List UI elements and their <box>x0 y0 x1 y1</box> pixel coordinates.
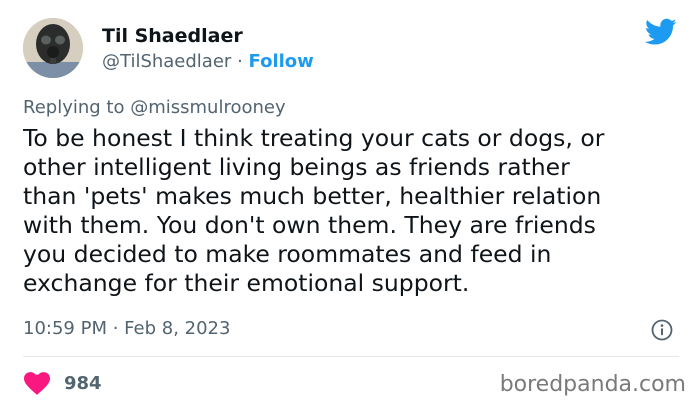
author-handle[interactable]: @TilShaedlaer <box>102 51 231 72</box>
tweet-line: other intelligent living beings as frien… <box>23 153 570 181</box>
twitter-bird-icon[interactable] <box>645 18 677 46</box>
divider <box>23 356 679 357</box>
handle-separator: · <box>237 51 243 72</box>
boredpanda-watermark: boredpanda.com <box>499 372 686 397</box>
reply-context: Replying to @missmulrooney <box>23 97 286 118</box>
author-display-name[interactable]: Til Shaedlaer <box>102 25 243 47</box>
reply-mention-link[interactable]: @missmulrooney <box>130 97 285 118</box>
author-handle-row: @TilShaedlaer · Follow <box>102 51 314 72</box>
follow-button[interactable]: Follow <box>249 51 314 72</box>
heart-icon <box>24 371 50 395</box>
tweet-line: than 'pets' makes much better, healthier… <box>23 182 602 210</box>
reply-prefix: Replying to <box>23 97 125 118</box>
tweet-text: To be honest I think treating your cats … <box>23 124 683 298</box>
avatar[interactable] <box>23 18 83 78</box>
tweet-line: exchange for their emotional support. <box>23 269 470 297</box>
tweet-timestamp[interactable]: 10:59 PM · Feb 8, 2023 <box>23 318 230 339</box>
tweet-line: To be honest I think treating your cats … <box>23 124 605 152</box>
gas-mask-avatar-image <box>23 18 83 78</box>
info-icon[interactable] <box>651 319 673 341</box>
tweet-line: you decided to make roommates and feed i… <box>23 240 552 268</box>
like-button[interactable]: 984 <box>24 369 102 397</box>
tweet-line: with them. You don't own them. They are … <box>23 211 596 239</box>
like-count: 984 <box>64 372 102 394</box>
